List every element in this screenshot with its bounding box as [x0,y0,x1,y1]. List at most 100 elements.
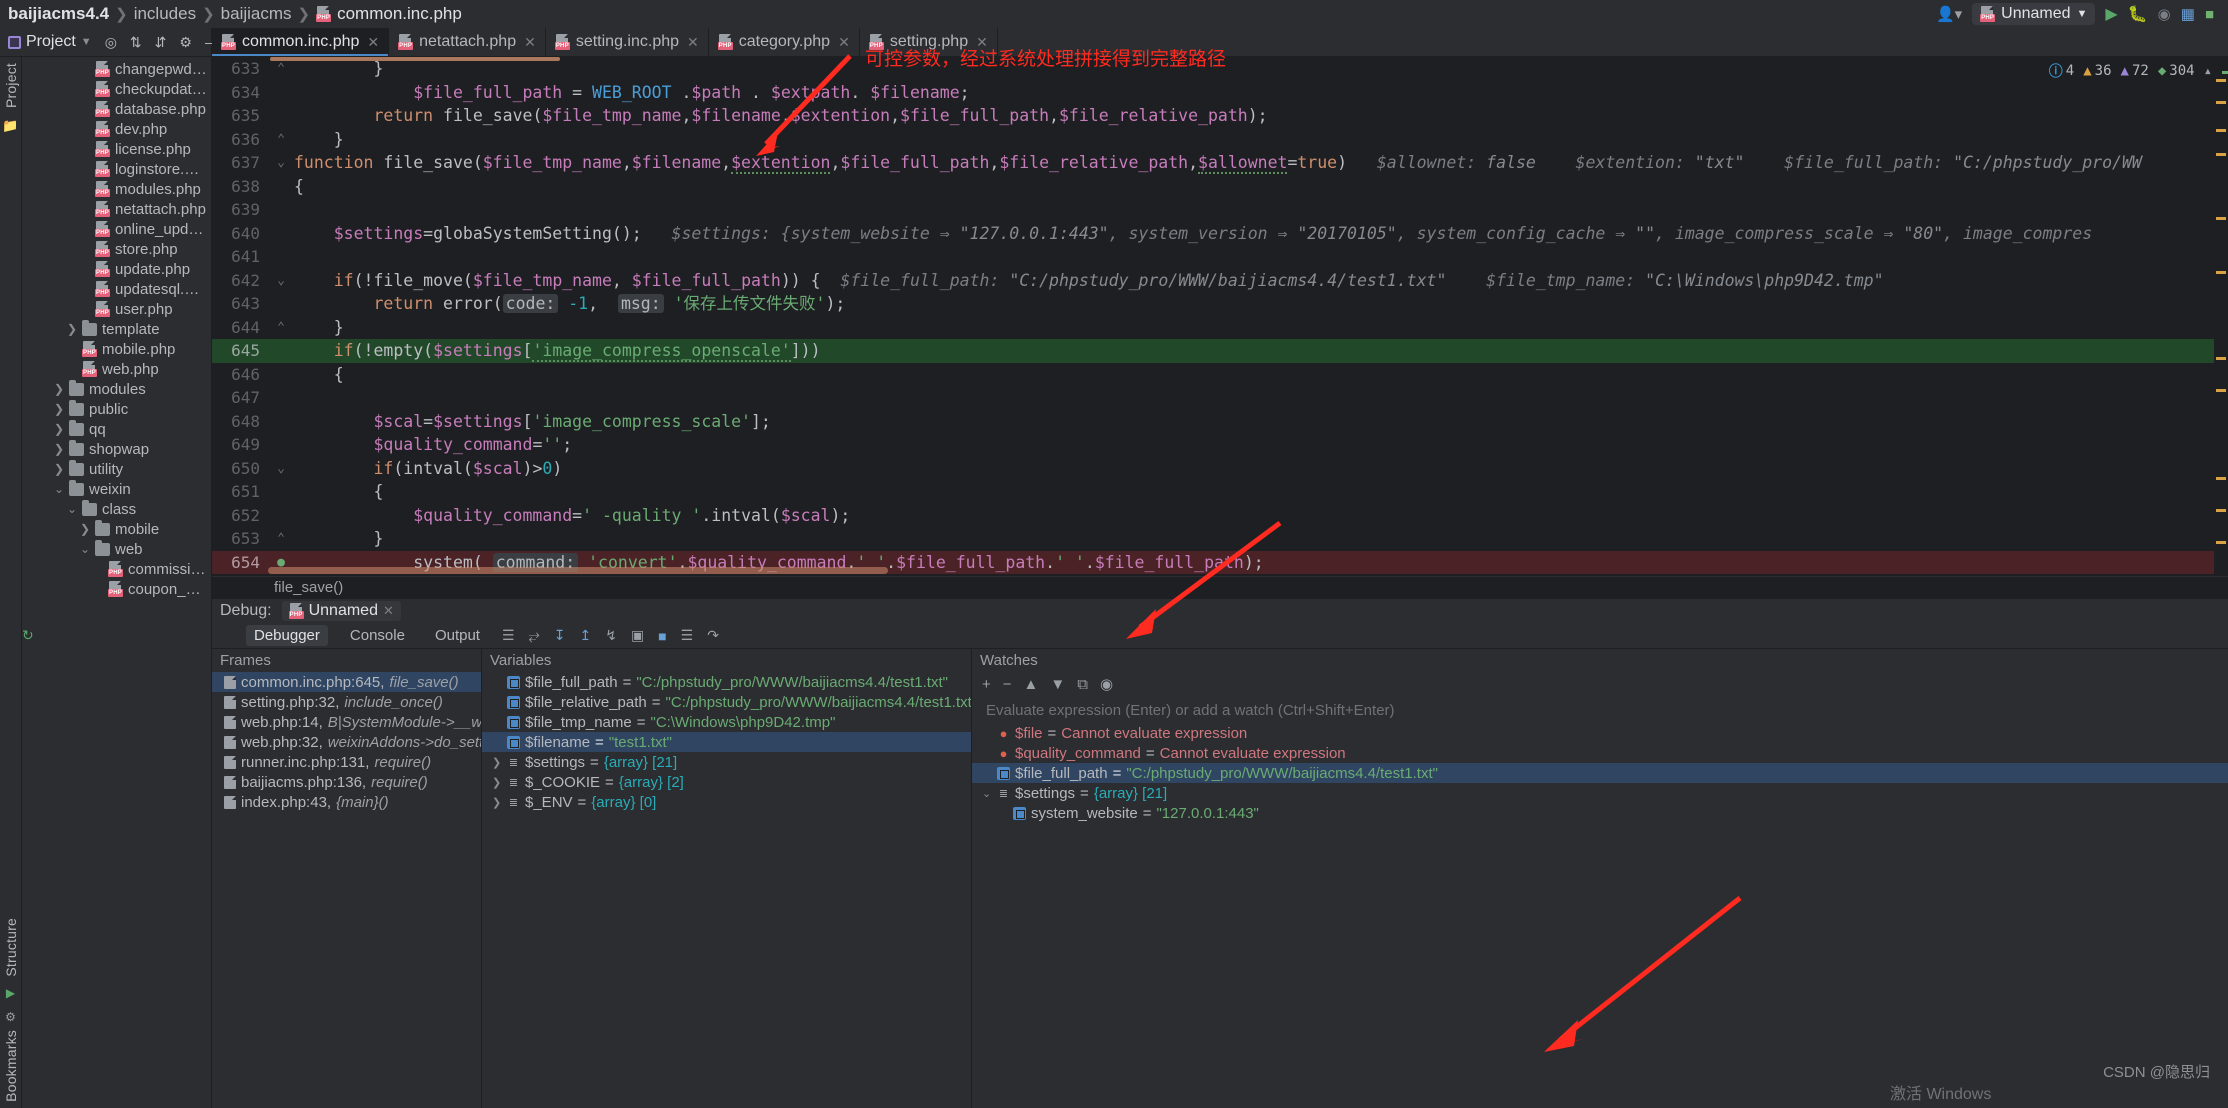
tab-debugger[interactable]: Debugger [246,625,328,646]
gear-strip-icon[interactable]: ⚙ [5,1010,16,1024]
frame-row[interactable]: baijiacms.php:136, require() [212,772,481,792]
tree-item-loginstore-php[interactable]: PHP loginstore.php [22,159,211,179]
variable-row[interactable]: $filename = "test1.txt" [482,732,971,752]
watch-row[interactable]: $file_full_path = "C:/phpstudy_pro/WWW/b… [972,763,2228,783]
fold-end-icon[interactable]: ⌃ [270,527,292,551]
frame-row[interactable]: index.php:43, {main}() [212,792,481,812]
tree-item-web[interactable]: ⌄ web [22,539,211,559]
chevron-down-icon[interactable]: ⌄ [982,787,992,800]
code-line-644[interactable]: 644 ⌃ } [212,316,2228,340]
tree-item-class[interactable]: ⌄ class [22,499,211,519]
chevron-up-icon[interactable]: ▴ [2204,63,2212,79]
tree-item-netattach-php[interactable]: PHP netattach.php [22,199,211,219]
tree-item-online-update-php[interactable]: PHP online_update.php [22,219,211,239]
code-line-645[interactable]: 645 if(!empty($settings['image_compress_… [212,339,2228,363]
variable-row[interactable]: $file_tmp_name = "C:\Windows\php9D42.tmp… [482,712,971,732]
rerun-icon[interactable]: ↻ [22,627,34,644]
settings-icon[interactable]: ☰ [681,627,694,644]
breadcrumb-current-file[interactable]: common.inc.php [337,4,462,24]
tree-item-database-php[interactable]: PHP database.php [22,99,211,119]
line-number[interactable]: 646 [212,363,270,387]
line-number[interactable]: 649 [212,433,270,457]
move-up-icon[interactable]: ▲ [1024,676,1039,693]
folder-icon[interactable]: 📁 [2,118,18,134]
inspection-widget[interactable]: ⓘ 4 ▲ 36 ▲ 72 ◆ 304 ▴ [2049,61,2212,81]
code-line-641[interactable]: 641 [212,245,2228,269]
line-number[interactable]: 638 [212,175,270,199]
line-number[interactable]: 644 [212,316,270,340]
locate-file-icon[interactable]: ◎ [105,34,117,51]
line-number[interactable]: 643 [212,292,270,316]
inspection-weak-warnings[interactable]: ▲ 72 [2121,63,2149,79]
code-line-650[interactable]: 650 ⌄ if(intval($scal)>0) [212,457,2228,481]
line-number[interactable]: 641 [212,245,270,269]
debug-icon[interactable]: 🐛 [2128,4,2148,24]
line-number[interactable]: 637 [212,151,270,175]
step-over-icon[interactable]: ⥂ [529,627,540,644]
close-icon[interactable]: ✕ [687,34,699,51]
tab-netattach-php[interactable]: PHP netattach.php ✕ [389,28,546,56]
editor-horizontal-scrollbar[interactable] [268,567,888,574]
line-number[interactable]: 645 [212,339,270,363]
run-configuration-selector[interactable]: PHP Unnamed ▼ [1972,3,2096,25]
code-editor[interactable]: ⓘ 4 ▲ 36 ▲ 72 ◆ 304 ▴ 633 ⌃ } 634 $file_full_p… [212,57,2228,576]
line-number[interactable]: 654 [212,551,270,575]
tree-item-coupon-send-notice-php[interactable]: PHP coupon_send_notice.php [22,579,211,599]
close-icon[interactable]: ✕ [367,34,379,51]
tree-item-modules-php[interactable]: PHP modules.php [22,179,211,199]
line-number[interactable]: 640 [212,222,270,246]
line-number[interactable]: 651 [212,480,270,504]
line-number[interactable]: 653 [212,527,270,551]
line-number[interactable]: 650 [212,457,270,481]
variable-row[interactable]: ❯ ≣ $_ENV = {array} [0] [482,792,971,812]
run-icon[interactable]: ▶ [2105,4,2117,24]
code-line-640[interactable]: 640 $settings=globaSystemSetting(); $set… [212,222,2228,246]
breadcrumb-segment-baijiacms[interactable]: baijiacms [221,4,292,24]
add-watch-icon[interactable]: + [982,676,991,693]
profile-icon[interactable]: ▦ [2181,5,2195,23]
code-line-653[interactable]: 653 ⌃ } [212,527,2228,551]
chevron-right-icon[interactable]: ❯ [492,756,502,769]
tree-item-user-php[interactable]: PHP user.php [22,299,211,319]
inspection-typos[interactable]: ◆ 304 [2158,63,2195,79]
chevron-right-icon[interactable]: ❯ [492,796,502,809]
line-number[interactable]: 635 [212,104,270,128]
user-icon[interactable]: 👤▾ [1936,5,1962,23]
frame-row[interactable]: common.inc.php:645, file_save() [212,672,481,692]
code-line-635[interactable]: 635 return file_save($file_tmp_name,$fil… [212,104,2228,128]
line-number[interactable]: 633 [212,57,270,81]
editor-marker-bar[interactable] [2214,57,2228,576]
tree-item-checkupdate-php[interactable]: PHP checkupdate.php [22,79,211,99]
editor-breadcrumb[interactable]: file_save() [212,576,2228,598]
close-icon[interactable]: ✕ [383,603,394,619]
code-line-646[interactable]: 646 { [212,363,2228,387]
code-line-655[interactable]: 655⌃ } [212,574,2228,576]
evaluate-icon[interactable]: ■ [658,628,666,644]
tree-item-web-php[interactable]: PHP web.php [22,359,211,379]
watch-row[interactable]: ● $quality_command = Cannot evaluate expr… [972,743,2228,763]
variables-list[interactable]: $file_full_path = "C:/phpstudy_pro/WWW/b… [482,672,971,1108]
variable-row[interactable]: $file_relative_path = "C:/phpstudy_pro/W… [482,692,971,712]
expand-all-icon[interactable]: ⇅ [130,34,142,51]
line-number[interactable]: 634 [212,81,270,105]
line-number[interactable]: 648 [212,410,270,434]
fold-end-icon[interactable]: ⌃ [270,574,292,576]
code-line-643[interactable]: 643 return error(code: -1, msg: '保存上传文件失… [212,292,2228,316]
inspect-icon[interactable]: ◉ [1100,675,1113,693]
line-number[interactable]: 642 [212,269,270,293]
frame-row[interactable]: setting.php:32, include_once() [212,692,481,712]
tree-item-utility[interactable]: ❯ utility [22,459,211,479]
frame-row[interactable]: web.php:32,weixinAddons->do_setting() [212,732,481,752]
tree-item-mobile[interactable]: ❯ mobile [22,519,211,539]
code-line-649[interactable]: 649 $quality_command=''; [212,433,2228,457]
strip-label-bookmarks[interactable]: Bookmarks [3,1030,19,1102]
code-line-647[interactable]: 647 [212,386,2228,410]
line-number[interactable]: 652 [212,504,270,528]
tree-item-shopwap[interactable]: ❯ shopwap [22,439,211,459]
line-number[interactable]: 655 [212,574,270,576]
watch-row[interactable]: ⌄ ≣ $settings = {array} [21] [972,783,2228,803]
code-line-636[interactable]: 636 ⌃ } [212,128,2228,152]
variable-row[interactable]: ❯ ≣ $_COOKIE = {array} [2] [482,772,971,792]
close-icon[interactable]: ✕ [838,34,850,51]
frames-list[interactable]: common.inc.php:645, file_save() setting.ph… [212,672,481,1108]
